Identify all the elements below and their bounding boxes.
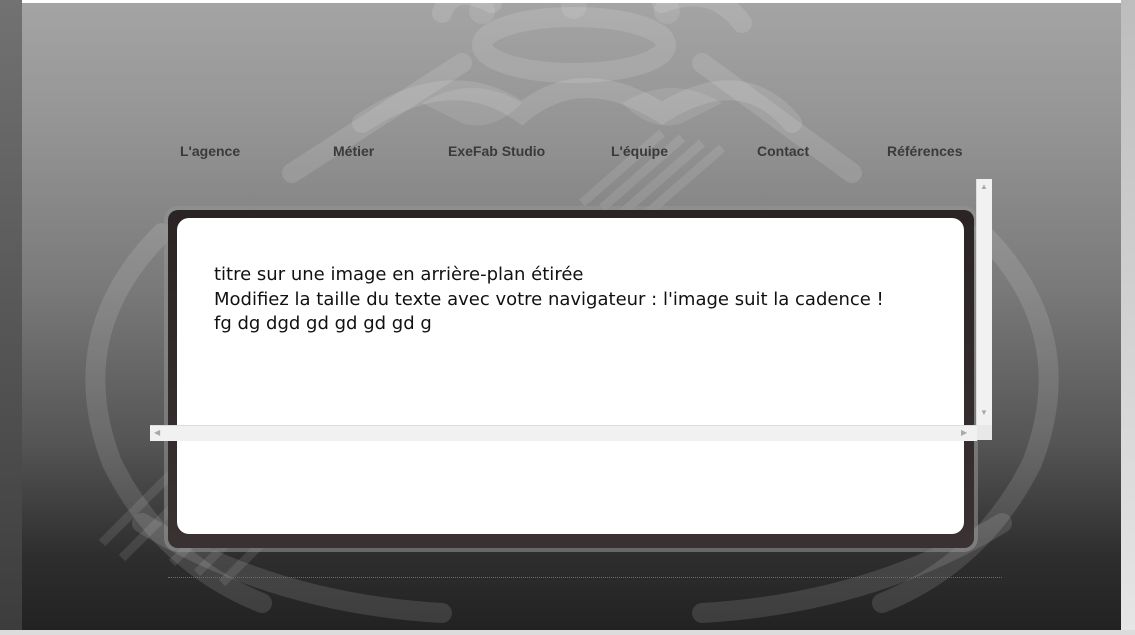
window-left-edge [0, 0, 22, 635]
content-title: titre sur une image en arrière-plan étir… [214, 264, 584, 285]
nav-item-exefab-studio[interactable]: ExeFab Studio [448, 143, 545, 159]
scroll-right-arrow-icon[interactable]: ▶ [961, 429, 967, 437]
nav-item-equipe[interactable]: L'équipe [611, 143, 668, 159]
window-right-edge [1121, 0, 1135, 635]
nav-item-metier[interactable]: Métier [333, 143, 374, 159]
scroll-up-arrow-icon[interactable]: ▲ [980, 183, 988, 191]
content-frame [168, 210, 974, 548]
content-body: Modifiez la taille du texte avec votre n… [214, 288, 884, 335]
vertical-scrollbar[interactable]: ▲ ▼ [976, 179, 992, 425]
scrollbar-corner [977, 425, 992, 440]
main-navigation: L'agence Métier ExeFab Studio L'équipe C… [22, 143, 1121, 163]
window-bottom-edge [0, 630, 1135, 635]
horizontal-scrollbar[interactable]: ◀ ▶ [150, 425, 977, 441]
nav-item-references[interactable]: Références [887, 143, 963, 159]
nav-item-contact[interactable]: Contact [757, 143, 809, 159]
scroll-down-arrow-icon[interactable]: ▼ [980, 409, 988, 417]
nav-item-agence[interactable]: L'agence [180, 143, 240, 159]
content-text: titre sur une image en arrière-plan étir… [214, 263, 884, 337]
footer-divider [168, 577, 1002, 578]
scroll-left-arrow-icon[interactable]: ◀ [154, 429, 160, 437]
